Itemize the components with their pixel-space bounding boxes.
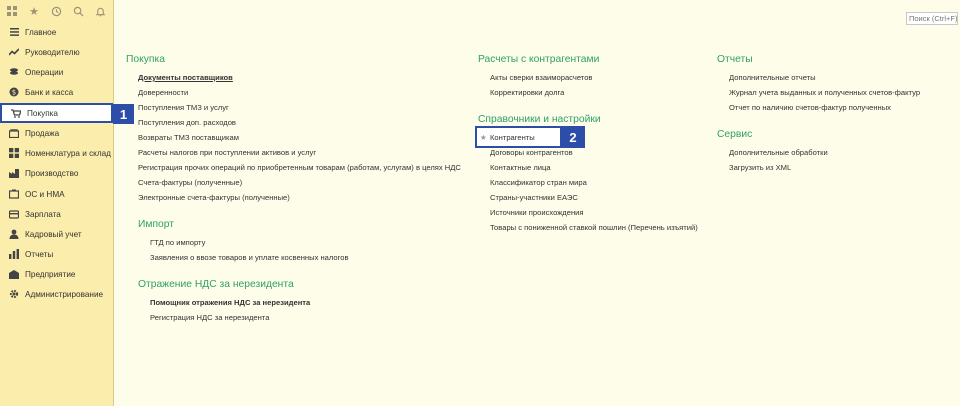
sidebar-item-admin[interactable]: Администрирование	[0, 284, 114, 304]
link-world-countries[interactable]: Классификатор стран мира	[490, 178, 587, 187]
link-returns-to-suppliers[interactable]: Возвраты ТМЗ поставщикам	[138, 133, 239, 142]
person-icon	[8, 228, 20, 240]
sidebar-item-hr[interactable]: Кадровый учет	[0, 224, 114, 244]
section-title-purchases: Покупка	[126, 54, 165, 65]
search-input[interactable]	[906, 12, 958, 25]
link-tax-calculations[interactable]: Расчеты налогов при поступлении активов …	[138, 148, 316, 157]
svg-text:$: $	[12, 89, 16, 97]
sidebar: ★ Главное Руководителю Операции $ Банк и	[0, 0, 134, 406]
cart-icon	[10, 107, 22, 119]
sidebar-item-label: Главное	[25, 27, 57, 37]
section-title-catalogs: Справочники и настройки	[478, 114, 601, 125]
link-e-invoices-received[interactable]: Электронные счета-фактуры (полученные)	[138, 193, 290, 202]
link-counterparty-contracts[interactable]: Договоры контрагентов	[490, 148, 573, 157]
sidebar-item-enterprise[interactable]: Предприятие	[0, 264, 114, 284]
sidebar-item-label: Руководителю	[25, 47, 80, 57]
menu-icon	[8, 26, 20, 38]
link-goods-receipts[interactable]: Поступления ТМЗ и услуг	[138, 103, 229, 112]
sidebar-item-label: Предприятие	[25, 269, 76, 279]
step-badge-2: 2	[561, 126, 585, 148]
sidebar-item-operations[interactable]: Операции	[0, 62, 114, 82]
section-title-settlements: Расчеты с контрагентами	[478, 54, 600, 65]
sidebar-item-label: Продажа	[25, 128, 60, 138]
sidebar-item-label: Администрирование	[25, 289, 104, 299]
search-icon[interactable]	[71, 4, 85, 18]
link-powers-of-attorney[interactable]: Доверенности	[138, 88, 188, 97]
section-title-reports: Отчеты	[717, 54, 753, 65]
section-title-import: Импорт	[138, 219, 174, 230]
sidebar-item-label: Операции	[25, 67, 64, 77]
link-contact-persons[interactable]: Контактные лица	[490, 163, 551, 172]
section-title-nonresident-vat: Отражение НДС за нерезидента	[138, 279, 294, 290]
gear-icon	[8, 288, 20, 300]
apps-grid-icon[interactable]	[5, 4, 19, 18]
sidebar-item-purchases[interactable]: Покупка	[0, 103, 113, 123]
link-origin-sources[interactable]: Источники происхождения	[490, 208, 584, 217]
sidebar-item-main[interactable]: Главное	[0, 22, 114, 42]
link-reconciliation-acts[interactable]: Акты сверки взаиморасчетов	[490, 73, 592, 82]
link-additional-reports[interactable]: Дополнительные отчеты	[729, 73, 816, 82]
bank-icon: $	[8, 86, 20, 98]
chart-icon	[8, 248, 20, 260]
link-additional-processing[interactable]: Дополнительные обработки	[729, 148, 828, 157]
star-icon[interactable]: ★	[480, 133, 487, 142]
sidebar-item-label: Покупка	[27, 108, 58, 118]
link-debt-adjustments[interactable]: Корректировки долга	[490, 88, 564, 97]
sale-icon	[8, 127, 20, 139]
link-import-statements[interactable]: Заявления о ввозе товаров и уплате косве…	[150, 253, 349, 262]
link-reduced-duty-goods[interactable]: Товары с пониженной ставкой пошлин (Пере…	[490, 223, 698, 232]
sidebar-item-sales[interactable]: Продажа	[0, 123, 114, 143]
coins-icon	[8, 66, 20, 78]
link-eaeu-countries[interactable]: Страны-участники ЕАЭС	[490, 193, 578, 202]
sidebar-item-label: Отчеты	[25, 249, 54, 259]
sidebar-item-production[interactable]: Производство	[0, 163, 114, 183]
link-counterparties[interactable]: Контрагенты	[490, 133, 535, 142]
link-invoices-received[interactable]: Счета-фактуры (полученные)	[138, 178, 242, 187]
history-icon[interactable]	[49, 4, 63, 18]
star-icon[interactable]: ★	[27, 4, 41, 18]
sidebar-item-salary[interactable]: Зарплата	[0, 204, 114, 224]
salary-icon	[8, 208, 20, 220]
link-invoice-journal[interactable]: Журнал учета выданных и полученных счето…	[729, 88, 920, 97]
link-load-from-xml[interactable]: Загрузить из XML	[729, 163, 791, 172]
step-badge-1: 1	[113, 104, 134, 124]
link-customs-declarations[interactable]: ГТД по импорту	[150, 238, 205, 247]
link-extra-expenses[interactable]: Поступления доп. расходов	[138, 118, 236, 127]
link-nonresident-vat-registration[interactable]: Регистрация НДС за нерезидента	[150, 313, 269, 322]
sidebar-item-reports[interactable]: Отчеты	[0, 244, 114, 264]
link-invoices-report[interactable]: Отчет по наличию счетов-фактур полученны…	[729, 103, 891, 112]
sidebar-item-manager[interactable]: Руководителю	[0, 42, 114, 62]
sidebar-item-assets[interactable]: ОС и НМА	[0, 184, 114, 204]
sidebar-item-bank[interactable]: $ Банк и касса	[0, 82, 114, 102]
sidebar-item-label: ОС и НМА	[25, 189, 65, 199]
link-supplier-documents[interactable]: Документы поставщиков	[138, 73, 233, 82]
sidebar-item-label: Зарплата	[25, 209, 61, 219]
bell-icon[interactable]	[93, 4, 107, 18]
sidebar-item-stock[interactable]: Номенклатура и склад	[0, 143, 114, 163]
sidebar-item-label: Кадровый учет	[25, 229, 82, 239]
warehouse-icon	[8, 147, 20, 159]
factory-icon	[8, 167, 20, 179]
sidebar-toolbar: ★	[0, 0, 113, 22]
trend-icon	[8, 46, 20, 58]
sidebar-item-label: Производство	[25, 168, 79, 178]
link-other-operations-vat[interactable]: Регистрация прочих операций по приобрете…	[138, 163, 461, 172]
sidebar-item-label: Номенклатура и склад	[25, 148, 111, 158]
assets-icon	[8, 188, 20, 200]
link-nonresident-vat-assistant[interactable]: Помощник отражения НДС за нерезидента	[150, 298, 310, 307]
enterprise-icon	[8, 268, 20, 280]
sidebar-item-label: Банк и касса	[25, 87, 74, 97]
section-title-service: Сервис	[717, 129, 753, 140]
